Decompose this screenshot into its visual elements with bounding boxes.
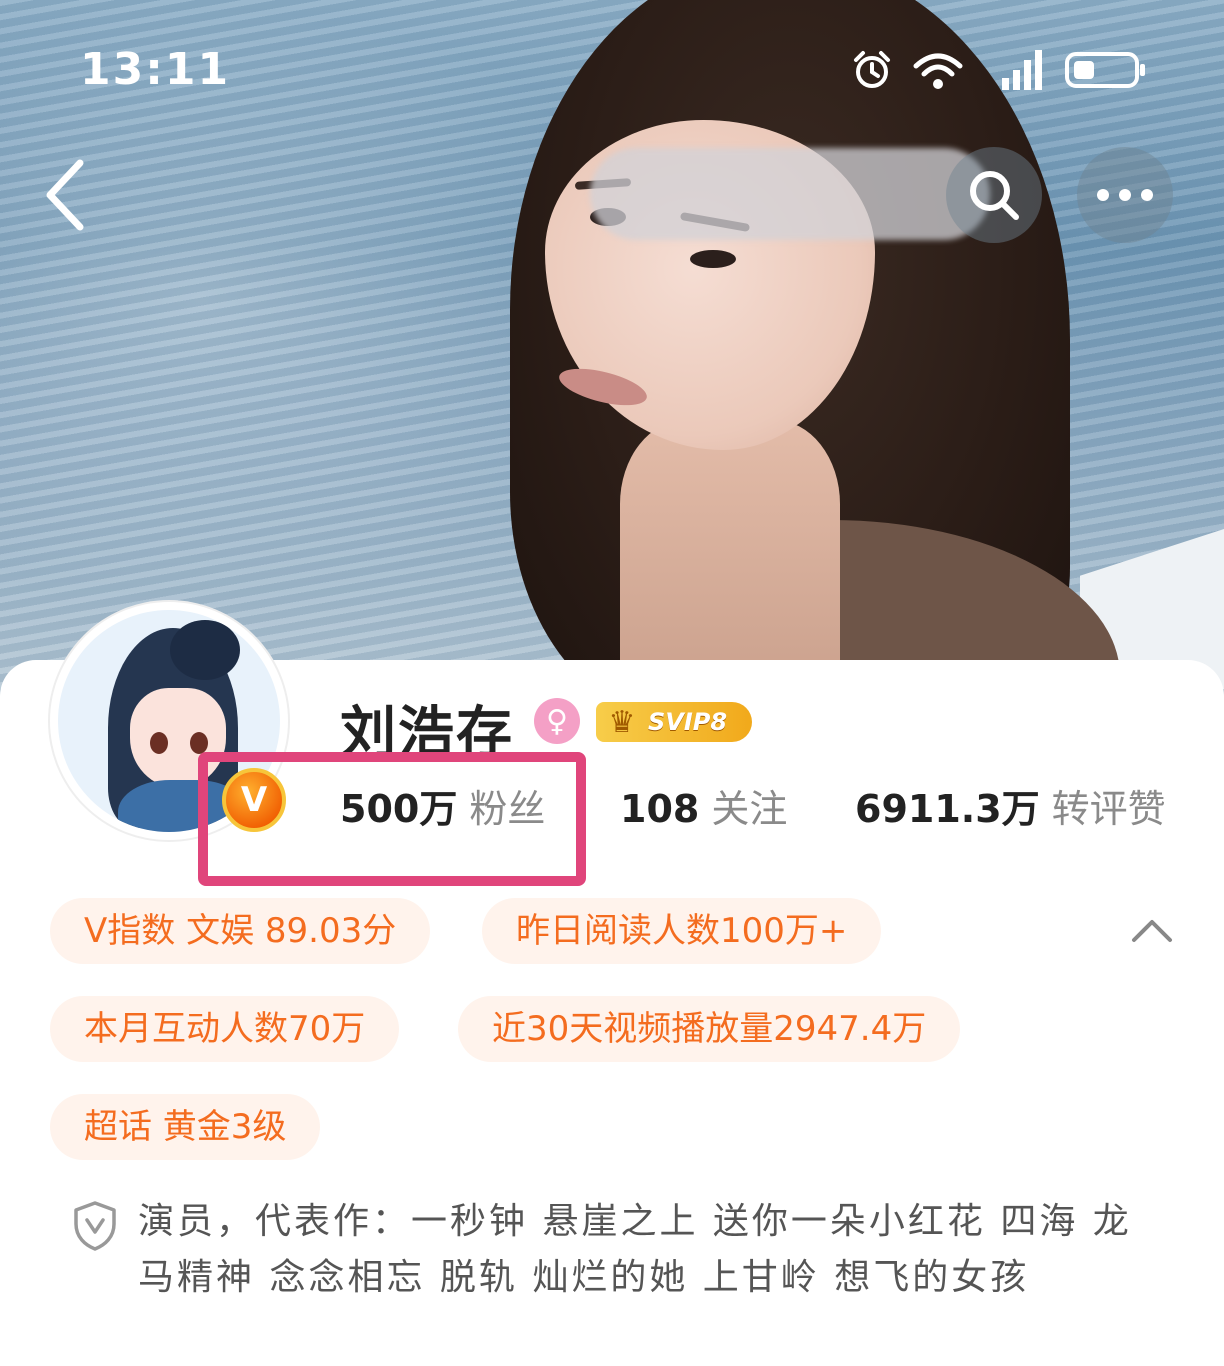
- stat-label: 转评赞: [1051, 787, 1166, 831]
- status-icons: [850, 48, 1148, 92]
- svip-label: SVIP8: [648, 708, 728, 736]
- more-button[interactable]: [1077, 147, 1173, 243]
- highlight-annotation-box: [198, 752, 586, 886]
- cover-neck: [620, 420, 840, 700]
- shield-check-icon: [74, 1201, 116, 1251]
- stat-following[interactable]: 108 关注: [620, 778, 787, 833]
- battery-icon: [1065, 52, 1145, 88]
- svip-badge[interactable]: ♛ SVIP8: [596, 702, 752, 742]
- tag-video-views[interactable]: 近30天视频播放量2947.4万: [458, 996, 961, 1062]
- avatar-hair-bun: [170, 620, 240, 680]
- chevron-up-icon: [1132, 920, 1172, 942]
- back-button[interactable]: [36, 155, 106, 235]
- cellular-signal-icon: [1002, 50, 1042, 90]
- avatar-eye-left: [150, 732, 168, 754]
- stat-value: 108: [620, 787, 700, 831]
- search-button[interactable]: [946, 147, 1042, 243]
- more-horizontal-icon: [1097, 189, 1153, 201]
- crown-icon: ♛: [608, 704, 636, 740]
- search-icon: [970, 171, 1019, 220]
- female-icon: ♀: [534, 698, 580, 744]
- stat-label: 关注: [711, 787, 788, 831]
- tag-v-index[interactable]: V指数 文娱 89.03分: [50, 898, 431, 964]
- cover-eye-right: [690, 250, 736, 268]
- tag-monthly-interactions[interactable]: 本月互动人数70万: [50, 996, 400, 1062]
- avatar-eye-right: [190, 732, 208, 754]
- stat-value: 6911.3万: [855, 787, 1040, 831]
- tag-daily-readers[interactable]: 昨日阅读人数100万+: [482, 898, 882, 964]
- wifi-icon: [913, 53, 963, 89]
- collapse-tags-button[interactable]: [1128, 914, 1176, 946]
- stat-engagement[interactable]: 6911.3万 转评赞: [855, 778, 1166, 833]
- tag-super-topic[interactable]: 超话 黄金3级: [50, 1094, 321, 1160]
- chevron-left-icon: [46, 159, 84, 231]
- status-time: 13:11: [80, 44, 231, 95]
- alarm-icon: [854, 51, 890, 88]
- status-bar: 13:11: [0, 0, 1224, 140]
- profile-bio: 演员，代表作：一秒钟 悬崖之上 送你一朵小红花 四海 龙马精神 念念相忘 脱轨 …: [138, 1201, 1132, 1298]
- blurred-title-bar: [590, 148, 990, 240]
